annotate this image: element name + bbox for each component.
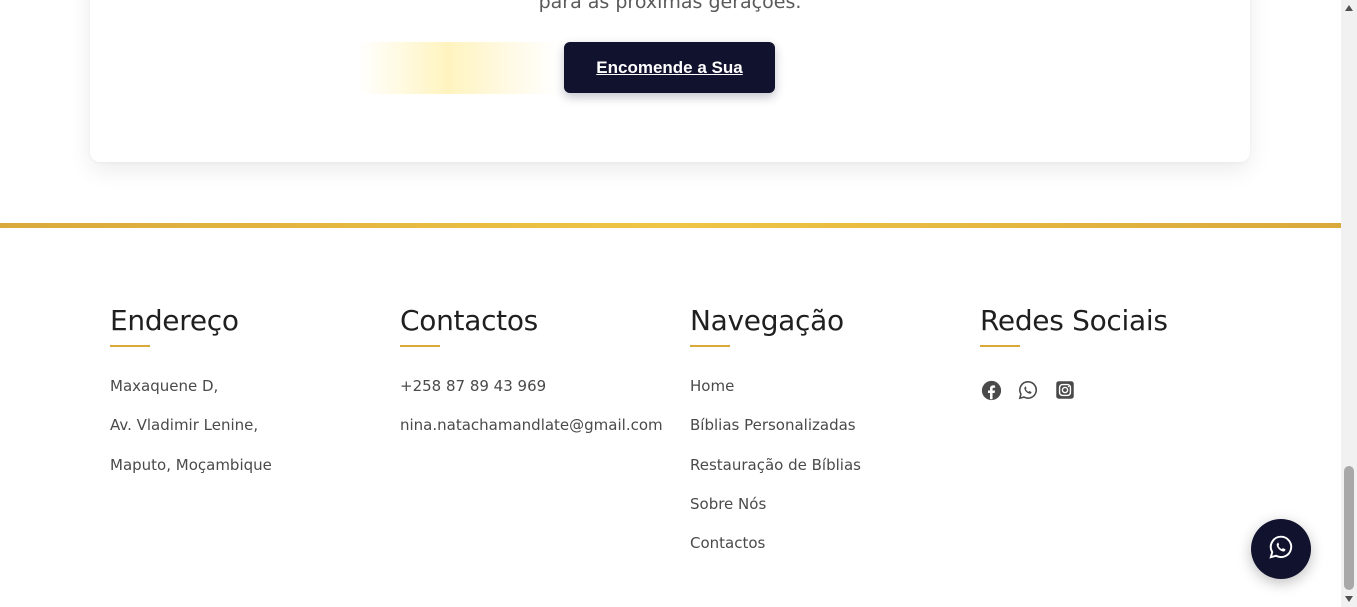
- heading-underline: [400, 345, 440, 347]
- footer-navigation-column: Navegação Home Bíblias Personalizadas Re…: [690, 305, 861, 573]
- address-list: Maxaquene D, Av. Vladimir Lenine, Maputo…: [110, 377, 272, 495]
- instagram-icon[interactable]: [1054, 379, 1076, 401]
- footer-social-column: Redes Sociais: [980, 305, 1168, 401]
- nav-link-about[interactable]: Sobre Nós: [690, 495, 861, 534]
- whatsapp-icon: [1268, 534, 1294, 565]
- heading-underline: [110, 345, 150, 347]
- contacts-list: +258 87 89 43 969 nina.natachamandlate@g…: [400, 377, 663, 456]
- email-link[interactable]: nina.natachamandlate@gmail.com: [400, 416, 663, 455]
- nav-link-contacts[interactable]: Contactos: [690, 534, 861, 573]
- cta-glow-decoration: [358, 42, 558, 94]
- nav-link-home[interactable]: Home: [690, 377, 861, 416]
- facebook-icon[interactable]: [980, 379, 1002, 401]
- navigation-list: Home Bíblias Personalizadas Restauração …: [690, 377, 861, 573]
- social-links: [980, 379, 1168, 401]
- navigation-heading: Navegação: [690, 304, 844, 337]
- vertical-scrollbar[interactable]: [1341, 0, 1357, 607]
- nav-link-bible-restoration[interactable]: Restauração de Bíblias: [690, 456, 861, 495]
- whatsapp-icon[interactable]: [1017, 379, 1039, 401]
- gold-divider: [0, 223, 1341, 228]
- scroll-up-arrow-icon[interactable]: [1341, 0, 1357, 16]
- footer-address-column: Endereço Maxaquene D, Av. Vladimir Lenin…: [110, 305, 272, 495]
- floating-whatsapp-button[interactable]: [1251, 519, 1311, 579]
- address-line: Maputo, Moçambique: [110, 455, 272, 474]
- address-line: Av. Vladimir Lenine,: [110, 416, 259, 435]
- phone-link[interactable]: +258 87 89 43 969: [400, 377, 663, 416]
- address-line: Maxaquene D,: [110, 377, 219, 395]
- scrollbar-thumb[interactable]: [1344, 466, 1354, 590]
- scroll-down-arrow-icon[interactable]: [1341, 591, 1357, 607]
- nav-link-custom-bibles[interactable]: Bíblias Personalizadas: [690, 416, 861, 455]
- social-heading: Redes Sociais: [980, 304, 1168, 337]
- page-viewport: para as próximas gerações. Encomende a S…: [0, 0, 1341, 607]
- footer-contacts-column: Contactos +258 87 89 43 969 nina.natacha…: [400, 305, 663, 456]
- heading-underline: [690, 345, 730, 347]
- address-heading: Endereço: [110, 304, 239, 337]
- cta-card: para as próximas gerações. Encomende a S…: [90, 0, 1250, 162]
- heading-underline: [980, 345, 1020, 347]
- cta-tail-text: para as próximas gerações.: [538, 0, 802, 13]
- order-button[interactable]: Encomende a Sua: [564, 42, 775, 93]
- contacts-heading: Contactos: [400, 304, 538, 337]
